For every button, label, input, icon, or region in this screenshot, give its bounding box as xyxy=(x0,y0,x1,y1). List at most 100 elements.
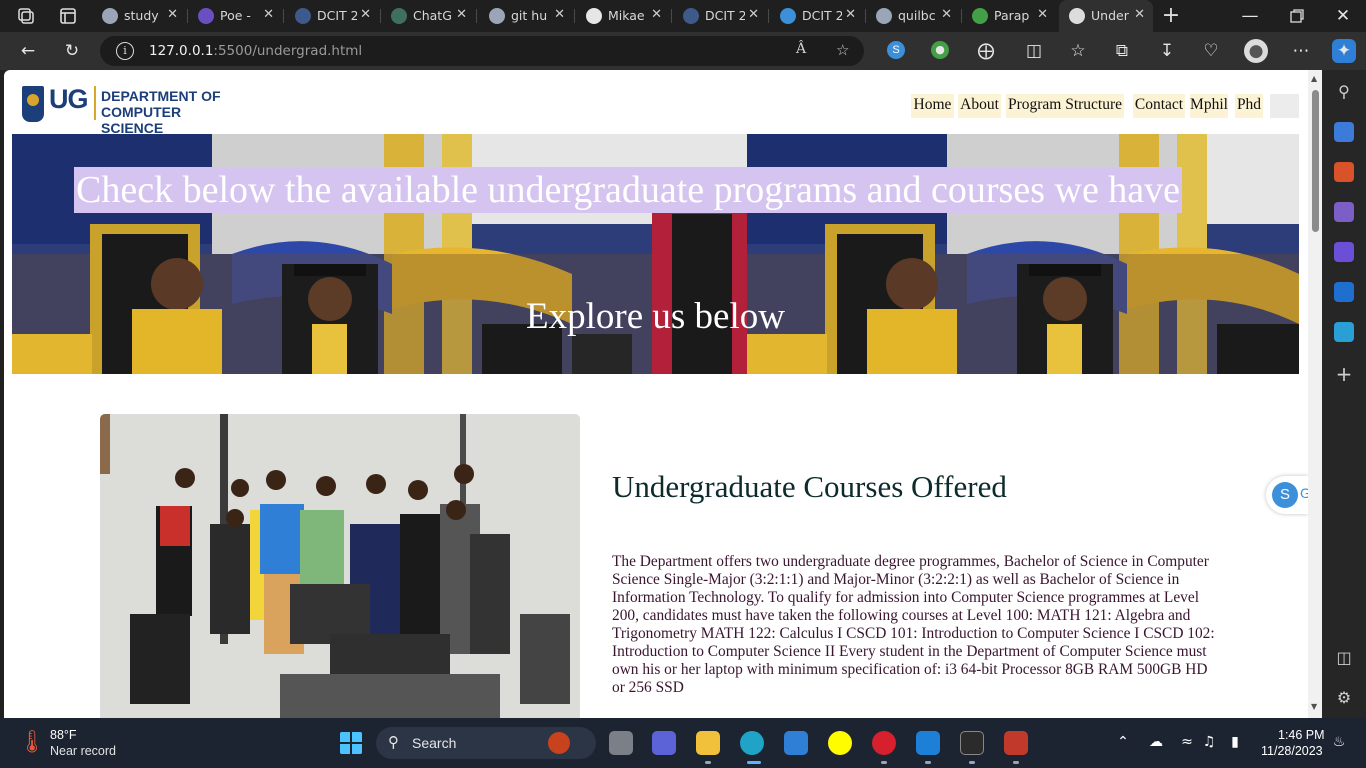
tab-close-icon[interactable]: ✕ xyxy=(845,7,856,22)
task-view-icon[interactable] xyxy=(609,731,633,755)
tab-close-icon[interactable]: ✕ xyxy=(651,7,662,22)
browser-tab[interactable]: DCIT 2 ✕ xyxy=(770,0,864,32)
tray-chevron-up-icon[interactable]: ⌃ xyxy=(1114,734,1132,750)
search-icon xyxy=(102,8,118,24)
weather-thermometer-icon[interactable]: 🌡 xyxy=(18,731,46,755)
snipping-tool-icon[interactable] xyxy=(1004,731,1028,755)
snapchat-icon[interactable] xyxy=(828,731,852,755)
browser-tab[interactable]: ChatG ✕ xyxy=(381,0,475,32)
windows-start-icon[interactable] xyxy=(339,731,363,755)
nav-about[interactable]: About xyxy=(958,94,1001,118)
sidebar-outlook-icon[interactable] xyxy=(1334,282,1354,302)
site-header: UG DEPARTMENT OF COMPUTER SCIENCE Home A… xyxy=(4,70,1308,136)
nav-mphil[interactable]: Mphil xyxy=(1190,94,1228,118)
page-viewport: UG DEPARTMENT OF COMPUTER SCIENCE Home A… xyxy=(4,70,1322,718)
tab-close-icon[interactable]: ✕ xyxy=(1134,7,1145,22)
browser-tab[interactable]: quilbc ✕ xyxy=(866,0,960,32)
tray-wifi-icon[interactable]: ≈ xyxy=(1178,734,1196,750)
tray-battery-icon[interactable]: ▮ xyxy=(1226,734,1244,750)
browser-tab[interactable]: DCIT 2 ✕ xyxy=(673,0,767,32)
browser-tab[interactable]: Parap ✕ xyxy=(962,0,1056,32)
sidebar-microsoft365-icon[interactable] xyxy=(1334,242,1354,262)
sidebar-settings-gear-icon[interactable]: ⚙ xyxy=(1334,688,1354,708)
collections-icon[interactable]: ⧉ xyxy=(1112,41,1132,61)
microsoft-store-icon[interactable] xyxy=(784,731,808,755)
restore-button[interactable] xyxy=(1287,6,1307,26)
nav-home[interactable]: Home xyxy=(911,94,954,118)
sidebar-tools-icon[interactable] xyxy=(1334,162,1354,182)
browser-tab[interactable]: git hu ✕ xyxy=(479,0,573,32)
favorites-icon[interactable]: ☆ xyxy=(1068,41,1088,61)
close-window-button[interactable]: ✕ xyxy=(1333,6,1353,26)
favorite-star-icon[interactable]: ☆ xyxy=(836,41,849,59)
browser-tab[interactable]: DCIT 2 ✕ xyxy=(285,0,379,32)
tab-close-icon[interactable]: ✕ xyxy=(554,7,565,22)
browser-tab[interactable]: Mikae ✕ xyxy=(576,0,670,32)
tab-separator xyxy=(671,9,672,23)
new-tab-button[interactable]: + xyxy=(1161,5,1181,27)
scroll-down-arrow-icon[interactable]: ▼ xyxy=(1311,702,1317,711)
ug-logo[interactable]: UG DEPARTMENT OF COMPUTER SCIENCE xyxy=(22,84,242,136)
chatgpt-icon xyxy=(391,8,407,24)
tab-close-icon[interactable]: ✕ xyxy=(1037,7,1048,22)
nav-phd[interactable]: Phd xyxy=(1235,94,1263,118)
clock-time[interactable]: 1:46 PM xyxy=(1278,728,1325,742)
terminal-icon[interactable] xyxy=(960,731,984,755)
minimize-button[interactable]: — xyxy=(1240,6,1260,26)
browser-tab[interactable]: Poe - ✕ xyxy=(188,0,282,32)
downloads-icon[interactable]: ↧ xyxy=(1157,41,1177,61)
sidebar-hide-icon[interactable]: ◫ xyxy=(1334,648,1354,668)
sidebar-games-icon[interactable] xyxy=(1334,202,1354,222)
refresh-icon[interactable]: ↻ xyxy=(62,41,82,61)
tray-onedrive-icon[interactable]: ☁ xyxy=(1147,734,1165,750)
browser-tab[interactable]: Under ✕ xyxy=(1059,0,1153,32)
tab-close-icon[interactable]: ✕ xyxy=(263,7,274,22)
document-icon xyxy=(1069,8,1085,24)
sidebar-drop-icon[interactable] xyxy=(1334,322,1354,342)
split-screen-icon[interactable]: ◫ xyxy=(1024,41,1044,61)
tab-close-icon[interactable]: ✕ xyxy=(360,7,371,22)
scrollbar-thumb[interactable] xyxy=(1312,90,1319,232)
nav-program-structure[interactable]: Program Structure xyxy=(1006,94,1124,118)
tab-close-icon[interactable]: ✕ xyxy=(748,7,759,22)
tray-volume-icon[interactable]: ♫ xyxy=(1200,734,1218,750)
taskbar-search[interactable]: ⚲ Search xyxy=(376,727,596,759)
copilot-icon[interactable]: ✦ xyxy=(1332,39,1356,63)
back-arrow-icon[interactable]: ← xyxy=(18,41,38,61)
browser-tab[interactable]: study ✕ xyxy=(92,0,186,32)
extension-quillbot-icon[interactable]: ● xyxy=(931,41,949,59)
read-aloud-icon[interactable]: Â xyxy=(796,41,806,57)
page-scrollbar[interactable]: ▲ ▼ xyxy=(1308,70,1322,718)
extension-s-icon[interactable]: S xyxy=(887,41,905,59)
edge-browser-icon[interactable] xyxy=(740,731,764,755)
extensions-puzzle-icon[interactable]: ⨁ xyxy=(976,41,996,61)
profile-avatar[interactable]: ● xyxy=(1244,39,1268,63)
pinterest-icon[interactable] xyxy=(872,731,896,755)
nav-extra-item[interactable] xyxy=(1270,94,1299,118)
github-icon xyxy=(586,8,602,24)
notification-bell-icon[interactable]: ♨ xyxy=(1330,734,1348,750)
nav-contact[interactable]: Contact xyxy=(1133,94,1185,118)
workspaces-icon[interactable] xyxy=(16,6,36,26)
tab-separator xyxy=(476,9,477,23)
tab-close-icon[interactable]: ✕ xyxy=(456,7,467,22)
sidebar-search-icon[interactable]: ⚲ xyxy=(1334,82,1354,102)
sidebar-add-icon[interactable]: + xyxy=(1334,364,1354,384)
address-bar[interactable]: i 127.0.0.1:5500/undergrad.html Â ☆ xyxy=(100,36,864,66)
teams-chat-icon[interactable] xyxy=(652,731,676,755)
tab-close-icon[interactable]: ✕ xyxy=(941,7,952,22)
settings-more-icon[interactable]: ⋯ xyxy=(1291,41,1311,61)
file-explorer-icon[interactable] xyxy=(696,731,720,755)
scroll-up-arrow-icon[interactable]: ▲ xyxy=(1311,74,1317,83)
tab-close-icon[interactable]: ✕ xyxy=(167,7,178,22)
weather-description[interactable]: Near record xyxy=(50,744,116,758)
clock-date[interactable]: 11/28/2023 xyxy=(1261,744,1323,758)
browser-essentials-icon[interactable]: ♡ xyxy=(1201,41,1221,61)
weather-temperature[interactable]: 88°F xyxy=(50,728,77,742)
vscode-icon[interactable] xyxy=(916,731,940,755)
site-info-icon[interactable]: i xyxy=(116,42,134,60)
tab-actions-icon[interactable] xyxy=(58,6,78,26)
floating-extension-widget[interactable]: S G xyxy=(1266,476,1311,514)
url-text[interactable]: 127.0.0.1:5500/undergrad.html xyxy=(149,43,362,59)
sidebar-shopping-icon[interactable] xyxy=(1334,122,1354,142)
